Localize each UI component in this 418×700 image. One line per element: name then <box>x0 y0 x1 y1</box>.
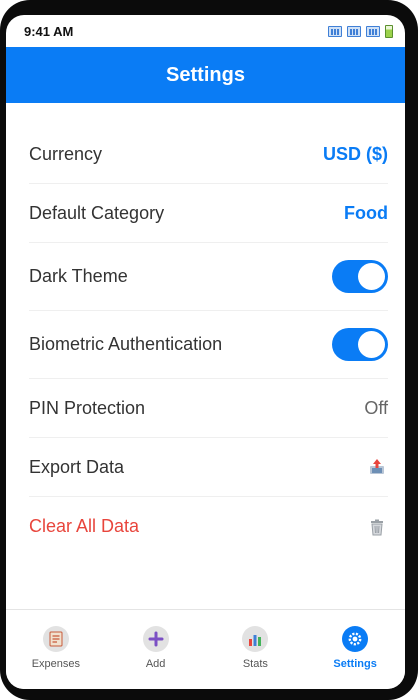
battery-icon <box>385 24 393 38</box>
page-title: Settings <box>166 63 245 86</box>
setting-label: Dark Theme <box>29 266 128 286</box>
app-screen: 9:41 AM Settings Currency USD ($) Defaul… <box>6 15 405 689</box>
tab-label: Expenses <box>31 658 81 670</box>
tab-add[interactable]: Add <box>106 610 206 689</box>
setting-label: Export Data <box>29 456 125 477</box>
setting-dark-theme: Dark Theme <box>29 243 388 311</box>
status-bar: 9:41 AM <box>6 15 405 47</box>
trash-icon[interactable] <box>366 516 388 538</box>
cellular-icon <box>366 25 380 37</box>
app-header: Settings <box>6 47 405 103</box>
setting-label: PIN Protection <box>29 397 146 418</box>
toggle-knob <box>358 331 385 358</box>
dark-theme-toggle[interactable] <box>332 260 388 293</box>
wifi-icon <box>347 25 361 37</box>
setting-clear-data[interactable]: Clear All Data <box>29 497 388 556</box>
gear-icon <box>342 626 369 652</box>
setting-label: Default Category <box>29 202 165 223</box>
setting-default-category[interactable]: Default Category Food <box>29 184 388 243</box>
status-time: 9:41 AM <box>24 23 74 39</box>
plus-icon <box>142 626 169 652</box>
receipt-icon <box>42 626 69 652</box>
setting-pin[interactable]: PIN Protection Off <box>29 379 388 438</box>
tab-stats[interactable]: Stats <box>206 610 306 689</box>
status-icons <box>328 24 393 38</box>
tab-expenses[interactable]: Expenses <box>6 610 106 689</box>
bar-chart-icon <box>242 626 269 652</box>
tab-label: Settings <box>333 658 377 670</box>
setting-biometric: Biometric Authentication <box>29 311 388 379</box>
pin-value[interactable]: Off <box>364 398 388 419</box>
setting-label: Biometric Authentication <box>29 334 223 354</box>
toggle-knob <box>358 263 385 290</box>
setting-label: Currency <box>29 143 103 164</box>
export-icon[interactable] <box>366 456 388 478</box>
category-value[interactable]: Food <box>344 203 388 224</box>
currency-value[interactable]: USD ($) <box>323 144 388 165</box>
bottom-tab-bar: Expenses Add Stats Settings <box>6 609 405 689</box>
settings-list: Currency USD ($) Default Category Food D… <box>6 125 405 556</box>
tab-label: Add <box>145 658 166 670</box>
phone-frame: 9:41 AM Settings Currency USD ($) Defaul… <box>0 0 418 700</box>
tab-settings[interactable]: Settings <box>305 610 405 689</box>
signal-icon <box>328 25 342 37</box>
setting-export[interactable]: Export Data <box>29 438 388 497</box>
biometric-toggle[interactable] <box>332 328 388 361</box>
clear-data-label: Clear All Data <box>29 516 140 536</box>
setting-currency[interactable]: Currency USD ($) <box>29 125 388 184</box>
tab-label: Stats <box>242 658 268 670</box>
